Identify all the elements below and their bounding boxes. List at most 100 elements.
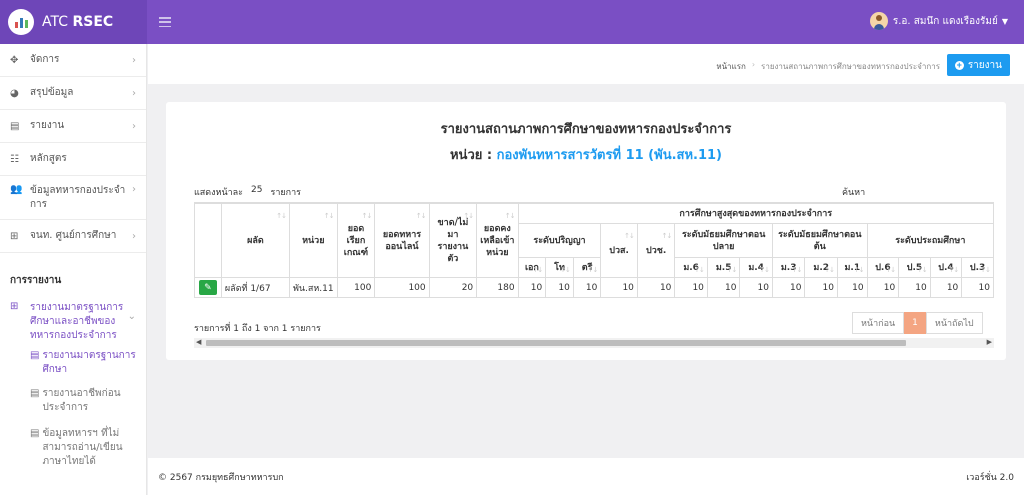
grid-icon: ⊞ (10, 230, 19, 242)
col-group-top: การศึกษาสูงสุดของทหารกองประจำการ (517, 203, 994, 224)
sidebar-item-label: ข้อมูลทหารกองประจำการ (30, 185, 126, 210)
sidebar-item-label: สรุปข้อมูล (30, 87, 74, 98)
sidebar-item-label: จนท. ศูนย์การศึกษา (30, 230, 117, 241)
sidebar-item-staff[interactable]: ⊞ จนท. ศูนย์การศึกษา › (0, 220, 146, 253)
col-m2[interactable]: ม.2 (804, 257, 838, 278)
table-scroll-area[interactable]: ผลัด หน่วย ยอดเรียกเกณฑ์ ยอดทหารออนไลน์ … (194, 202, 994, 312)
sidebar-item-label: รายงานมาตรฐานการศึกษาและอาชีพของทหารกองป… (30, 302, 124, 341)
avatar (869, 12, 888, 30)
main-content: หน้าแรก › รายงานสถานภาพการศึกษาของทหารกอ… (148, 44, 1024, 458)
col-m6[interactable]: ม.6 (674, 257, 708, 278)
chevron-right-icon: › (132, 87, 136, 99)
col-p4[interactable]: ป.4 (929, 257, 963, 278)
grid-icon: ⊞ (10, 301, 19, 312)
col-p3[interactable]: ป.3 (961, 257, 994, 278)
col-p5[interactable]: ป.5 (898, 257, 931, 278)
col-p6[interactable]: ป.6 (866, 257, 900, 278)
sidebar-item-summary[interactable]: ◕ สรุปข้อมูล › (0, 77, 146, 110)
col-group-lower: ระดับมัธยมศึกษาตอนต้น (771, 223, 868, 258)
footer: © 2567 กรมยุทธศึกษาทหารบก เวอร์ชั่น 2.0 (148, 458, 1024, 495)
chevron-down-icon: ⌄ (127, 311, 136, 322)
report-card: รายงานสถานภาพการศึกษาของทหารกองประจำการ … (166, 102, 1006, 360)
col-remain[interactable]: ยอดคงเหลือเข้าหน่วย (476, 203, 519, 278)
page-length-control: แสดงหน้าละ 25 รายการ (194, 185, 301, 199)
users-icon: 👥 (10, 184, 23, 195)
unit-name-link[interactable]: กองพันทหารสารวัตรที่ 11 (พัน.สห.11) (497, 148, 722, 163)
col-m3[interactable]: ม.3 (771, 257, 806, 278)
col-called[interactable]: ยอดเรียกเกณฑ์ (336, 203, 376, 278)
list-icon: ☷ (10, 153, 19, 165)
footer-version: เวอร์ชั่น 2.0 (966, 472, 1014, 483)
app-logo-icon (8, 9, 34, 35)
bar-chart-icon: ▤ (30, 428, 40, 439)
education-table: ผลัด หน่วย ยอดเรียกเกณฑ์ ยอดทหารออนไลน์ … (194, 203, 994, 298)
col-online[interactable]: ยอดทหารออนไลน์ (374, 203, 430, 278)
col-group-degree: ระดับปริญญา (517, 223, 602, 258)
sidebar-item-manage[interactable]: ✥ จัดการ › (0, 44, 146, 77)
sidebar-item-education-report[interactable]: ⊞ รายงานมาตรฐานการศึกษาและอาชีพของทหารกอ… (0, 295, 146, 347)
user-menu[interactable]: ร.อ. สมนึก แดงเรืองรัมย์ ▼ (869, 12, 1008, 30)
pagination: หน้าก่อน 1 หน้าถัดไป (852, 312, 983, 334)
chevron-down-icon: ▼ (1001, 16, 1008, 26)
report-button[interactable]: + รายงาน (946, 54, 1010, 76)
bar-chart-icon: ▤ (30, 350, 40, 361)
next-page-button[interactable]: หน้าถัดไป (925, 312, 983, 334)
move-icon: ✥ (10, 54, 19, 66)
chevron-right-icon: › (132, 230, 136, 242)
sidebar-subitem-education-standard[interactable]: ▤ รายงานมาตรฐานการศึกษา (0, 347, 146, 387)
bar-chart-icon: ▤ (10, 120, 20, 132)
edit-pencil-icon[interactable]: ✎ (198, 280, 217, 295)
user-name: ร.อ. สมนึก แดงเรืองรัมย์ (892, 15, 998, 27)
sidebar-item-label: จัดการ (30, 54, 60, 65)
table-info: รายการที่ 1 ถึง 1 จาก 1 รายการ (194, 324, 321, 334)
scrollbar-thumb[interactable] (206, 340, 906, 346)
chevron-right-icon: › (751, 60, 756, 69)
app-name: ATC RSEC (42, 14, 114, 30)
sidebar: ✥ จัดการ › ◕ สรุปข้อมูล › ▤ รายงาน › ☷ ห… (0, 44, 147, 495)
breadcrumb: หน้าแรก › รายงานสถานภาพการศึกษาของทหารกอ… (716, 60, 940, 73)
col-group-upper: ระดับมัธยมศึกษาตอนปลาย (674, 223, 773, 258)
scroll-right-icon[interactable]: ▶ (987, 338, 992, 346)
breadcrumb-home[interactable]: หน้าแรก (716, 60, 746, 73)
chevron-right-icon: › (132, 184, 136, 195)
report-unit: หน่วย : กองพันทหารสารวัตรที่ 11 (พัน.สห.… (449, 148, 722, 163)
sidebar-item-curriculum[interactable]: ☷ หลักสูตร (0, 143, 146, 176)
col-m5[interactable]: ม.5 (706, 257, 741, 278)
report-title: รายงานสถานภาพการศึกษาของทหารกองประจำการ (440, 122, 732, 137)
col-pwch[interactable]: ปวช. (636, 223, 676, 278)
plus-circle-icon: + (954, 59, 964, 70)
scroll-left-icon[interactable]: ◀ (196, 338, 201, 346)
col-unit[interactable]: หน่วย (288, 203, 338, 278)
page-size-select[interactable]: 25 (251, 185, 262, 199)
page-1-button[interactable]: 1 (904, 312, 926, 334)
sidebar-subitem-occupation[interactable]: ▤ รายงานอาชีพก่อนประจำการ (0, 387, 146, 427)
sidebar-section-title: การรายงาน (10, 274, 62, 286)
chevron-right-icon: › (132, 120, 136, 132)
col-master[interactable]: โท (545, 257, 574, 278)
breadcrumb-bar: หน้าแรก › รายงานสถานภาพการศึกษาของทหารกอ… (148, 44, 1024, 84)
col-phd[interactable]: เอก (517, 257, 547, 278)
chevron-right-icon: › (132, 54, 136, 66)
col-m4[interactable]: ม.4 (739, 257, 773, 278)
sidebar-item-label: รายงาน (30, 120, 65, 131)
top-navbar: ATC RSEC ร.อ. สมนึก แดงเรืองรัมย์ ▼ (0, 0, 1024, 44)
sidebar-item-report[interactable]: ▤ รายงาน › (0, 110, 146, 143)
brand[interactable]: ATC RSEC (0, 0, 147, 44)
col-m1[interactable]: ม.1 (836, 257, 868, 278)
breadcrumb-current: รายงานสถานภาพการศึกษาของทหารกองประจำการ (761, 62, 940, 71)
col-absent[interactable]: ขาด/ไม่มารายงานตัว (428, 203, 478, 278)
prev-page-button[interactable]: หน้าก่อน (852, 312, 905, 334)
col-group-primary: ระดับประถมศึกษา (866, 223, 994, 258)
sidebar-subitem-illiterate[interactable]: ▤ ข้อมูลทหารฯ ที่ไม่สามารถอ่าน/เขียนภาษา… (0, 427, 146, 467)
col-bachelor[interactable]: ตรี (572, 257, 602, 278)
horizontal-scrollbar[interactable]: ◀ ▶ (194, 338, 994, 348)
col-action (194, 203, 222, 278)
pie-chart-icon: ◕ (10, 87, 19, 99)
bar-chart-icon: ▤ (30, 388, 40, 399)
col-result[interactable]: ผลัด (220, 203, 290, 278)
search-label: ค้นหา (842, 188, 866, 198)
table-row: ✎ ผลัดที่ 1/67 พัน.สห.11 100 100 20 180 … (194, 277, 994, 298)
sidebar-item-soldiers[interactable]: 👥 ข้อมูลทหารกองประจำการ › (0, 176, 146, 220)
menu-toggle-icon[interactable] (159, 17, 171, 27)
col-pwc[interactable]: ปวส. (600, 223, 638, 278)
